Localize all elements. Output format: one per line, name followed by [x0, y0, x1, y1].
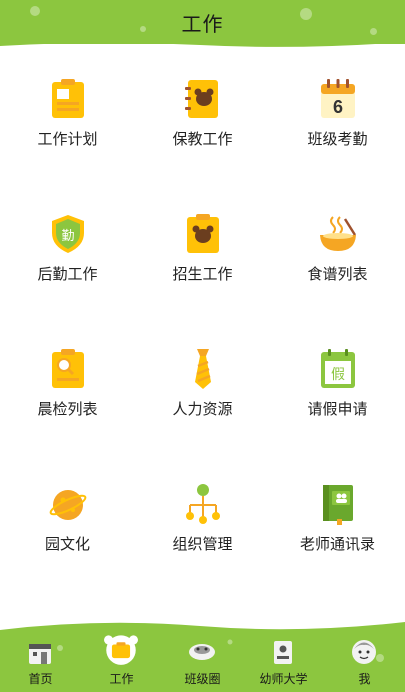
menu-item-campus-culture[interactable]: 园文化: [0, 455, 135, 590]
planet-icon: [49, 490, 87, 520]
bear-notebook-icon: [185, 80, 218, 118]
menu-item-logistics[interactable]: 勤 后勤工作: [0, 185, 135, 320]
calendar-day-text: 6: [333, 97, 343, 117]
menu-item-teacher-contacts[interactable]: 老师通讯录: [270, 455, 405, 590]
menu-item-work-plan[interactable]: 工作计划: [0, 50, 135, 185]
shield-badge-text: 勤: [61, 229, 74, 244]
tab-class-circle[interactable]: 班级圈: [162, 632, 243, 692]
menu-item-label: 班级考勤: [307, 130, 368, 148]
bottom-tab-bar: 首页 工作 班级圈 幼师大学 我: [0, 618, 405, 692]
tab-teacher-college[interactable]: 幼师大学: [243, 632, 324, 692]
menu-item-class-attendance[interactable]: 6 班级考勤: [270, 50, 405, 185]
tab-me[interactable]: 我: [324, 632, 405, 692]
leave-calendar-icon: 假: [321, 349, 355, 388]
tab-label: 我: [358, 672, 371, 686]
tab-home[interactable]: 首页: [0, 632, 81, 692]
menu-item-leave-request[interactable]: 假 请假申请: [270, 320, 405, 455]
tab-label: 幼师大学: [259, 672, 308, 686]
menu-item-recipes[interactable]: 食谱列表: [270, 185, 405, 320]
contacts-book-icon: [323, 485, 353, 525]
menu-item-label: 保教工作: [172, 130, 233, 148]
college-building-icon: [274, 641, 292, 664]
tab-label: 班级圈: [184, 672, 221, 686]
header-wave: [0, 38, 405, 47]
menu-item-org-management[interactable]: 组织管理: [135, 455, 270, 590]
magnifier-clipboard-icon: [52, 349, 84, 388]
menu-item-label: 组织管理: [172, 535, 233, 553]
menu-item-label: 请假申请: [307, 400, 368, 418]
menu-item-label: 招生工作: [172, 265, 233, 283]
menu-item-label: 园文化: [44, 535, 90, 553]
house-icon: [29, 644, 51, 664]
person-avatar-icon: [352, 640, 376, 664]
menu-item-morning-check[interactable]: 晨检列表: [0, 320, 135, 455]
org-chart-icon: [186, 484, 220, 524]
menu-item-label: 工作计划: [37, 130, 98, 148]
menu-item-human-resources[interactable]: 人力资源: [135, 320, 270, 455]
tab-label: 首页: [28, 672, 53, 686]
logistics-shield-icon: 勤: [52, 215, 84, 253]
menu-item-enrollment[interactable]: 招生工作: [135, 185, 270, 320]
necktie-icon: [195, 349, 211, 389]
leave-badge-text: 假: [331, 367, 345, 383]
tab-label: 工作: [109, 672, 134, 686]
menu-item-label: 人力资源: [172, 400, 233, 418]
menu-item-label: 老师通讯录: [299, 535, 375, 553]
menu-item-childcare-work[interactable]: 保教工作: [135, 50, 270, 185]
class-circle-icon: [189, 644, 215, 660]
work-plan-clipboard-icon: [52, 79, 84, 118]
calendar-icon: 6: [321, 79, 355, 118]
bear-briefcase-icon: [104, 635, 138, 665]
menu-item-label: 后勤工作: [37, 265, 98, 283]
menu-item-label: 晨检列表: [37, 400, 98, 418]
food-bowl-icon: [320, 216, 357, 251]
bear-clipboard-icon: [187, 214, 219, 253]
menu-item-label: 食谱列表: [307, 265, 368, 283]
page-title: 工作: [181, 12, 224, 36]
tab-work[interactable]: 工作: [81, 632, 162, 692]
